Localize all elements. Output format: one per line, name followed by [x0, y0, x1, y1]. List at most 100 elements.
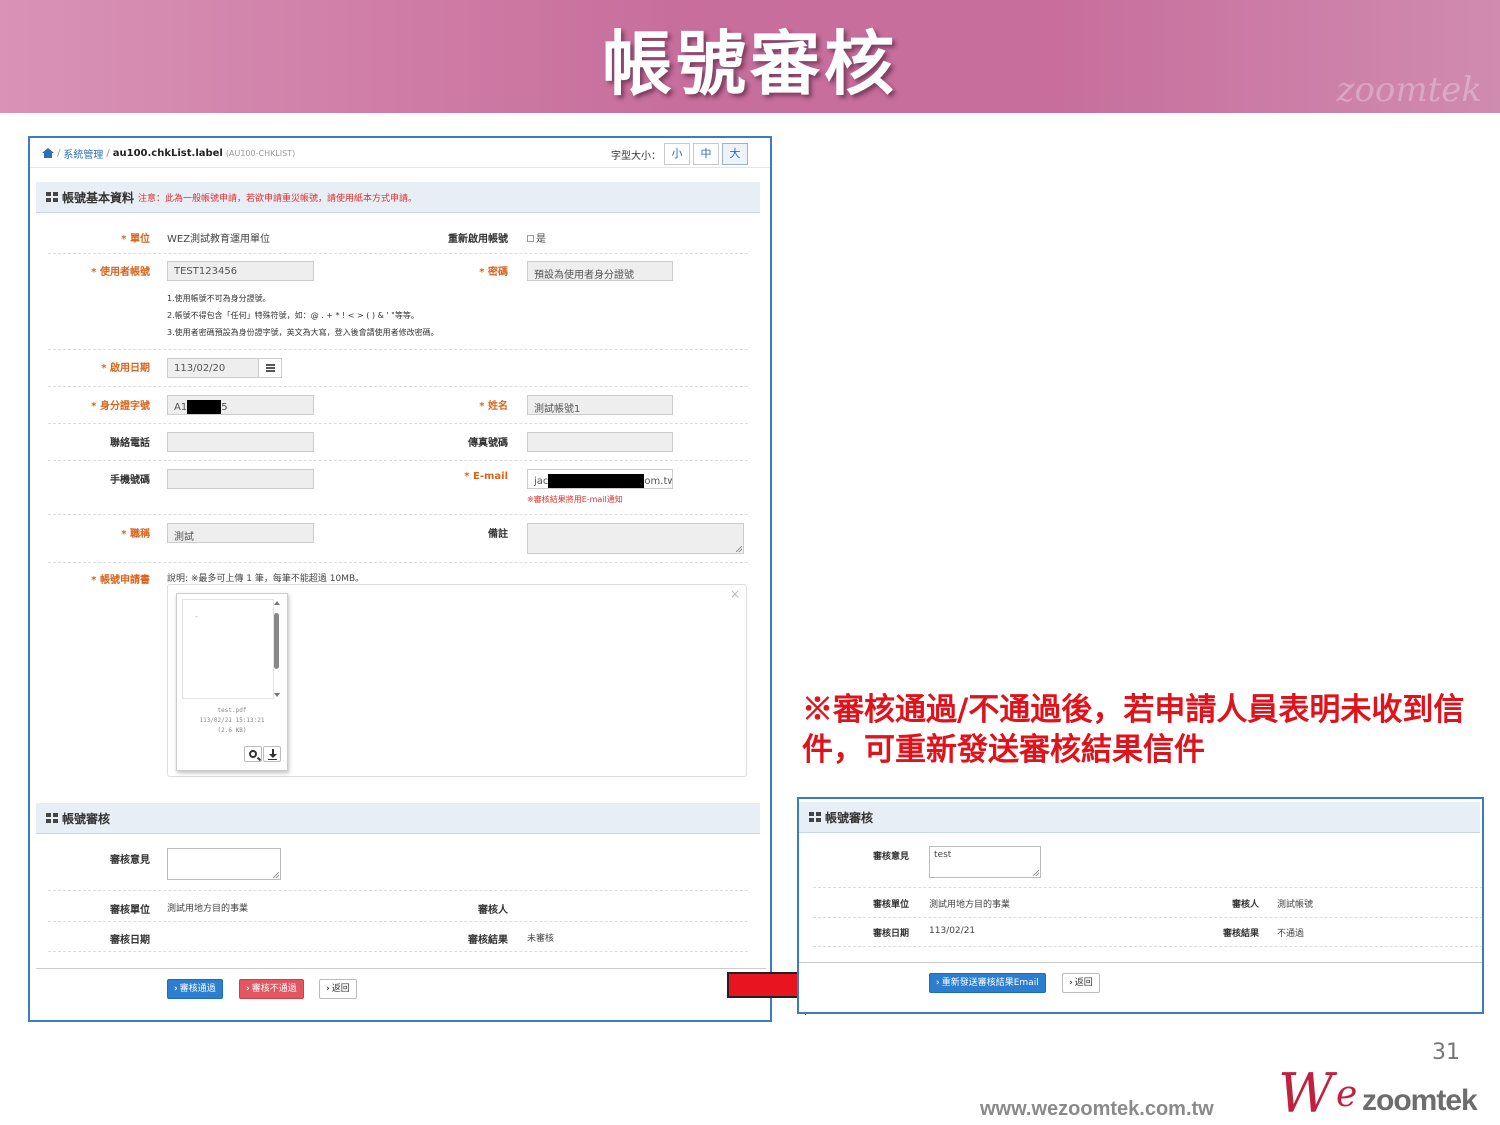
id-number-prefix: A1	[174, 402, 188, 413]
reactivate-option[interactable]: 是	[527, 230, 546, 245]
review-header: 帳號審核	[36, 803, 760, 834]
calendar-icon[interactable]	[258, 358, 282, 378]
scroll-down-icon[interactable]	[274, 693, 280, 697]
upload-area[interactable]: × - test.pdf 113/02/21 15:13:21 (2.6 KB)	[167, 584, 747, 777]
remark-label: 備註	[488, 529, 508, 540]
review2-reviewer-label: 審核人	[1231, 900, 1259, 910]
breadcrumb: / 系統管理 / au100.chkList.label (AU100-CHKL…	[42, 146, 295, 161]
banner-watermark: zoomtek	[1336, 70, 1482, 110]
job-title-input[interactable]: 測試	[167, 523, 314, 543]
home-icon[interactable]	[42, 148, 54, 159]
reviewer-label: 審核人	[478, 905, 508, 916]
logo-e: e	[1336, 1074, 1358, 1115]
font-size-large-button[interactable]: 大	[722, 143, 748, 165]
review-result-label: 審核結果	[468, 935, 508, 946]
row-divider	[813, 946, 1482, 947]
row-divider	[48, 253, 748, 254]
file-thumbnail[interactable]: - test.pdf 113/02/21 15:13:21 (2.6 KB)	[176, 593, 288, 771]
close-icon[interactable]: ×	[730, 587, 740, 601]
review2-opinion-value: test	[934, 850, 952, 860]
resend-email-button[interactable]: › 重新發送審核結果Email	[929, 973, 1046, 993]
name-input[interactable]: 測試帳號1	[527, 395, 673, 415]
zoom-button[interactable]	[244, 746, 262, 762]
application-form-label: * 帳號申請書	[91, 575, 150, 586]
review-opinion-textarea[interactable]	[167, 848, 281, 880]
fax-label: 傳真號碼	[468, 438, 508, 449]
review2-opinion-textarea[interactable]: test	[929, 846, 1041, 878]
file-size: (2.6 KB)	[217, 727, 247, 734]
resize-grip[interactable]	[1033, 870, 1039, 876]
breadcrumb-code: (AU100-CHKLIST)	[225, 149, 296, 158]
user-account-input[interactable]: TEST123456	[167, 261, 314, 281]
id-number-input[interactable]: A1 5	[167, 395, 314, 415]
file-time: 113/02/21 15:13:21	[199, 717, 265, 724]
font-size-small-button[interactable]: 小	[664, 143, 690, 165]
breadcrumb-system-management[interactable]: 系統管理	[63, 146, 103, 161]
slide-title: 帳號審核	[602, 23, 898, 105]
row-divider	[48, 514, 748, 515]
unit-label: * 單位	[121, 234, 150, 245]
mobile-input[interactable]	[167, 469, 314, 489]
basic-info-header: 帳號基本資料 注意：此為一般帳號申請，若欲申請重災帳號，請使用紙本方式申請。	[36, 182, 760, 213]
zoom-icon	[249, 750, 257, 758]
resize-grip[interactable]	[273, 872, 279, 878]
review-opinion-label: 審核意見	[110, 855, 150, 866]
password-input[interactable]: 預設為使用者身分證號	[527, 261, 673, 281]
review2-result-value: 不通過	[1277, 929, 1305, 939]
chevron-right-icon: ›	[326, 984, 330, 994]
reactivate-label: 重新啟用帳號	[448, 234, 508, 245]
basic-info-title: 帳號基本資料	[62, 190, 135, 205]
row-divider	[48, 562, 748, 563]
account-rules: 1.使用帳號不可為身分證號。 2.帳號不得包含「任何」特殊符號，如：@ . + …	[167, 290, 439, 341]
row-divider	[48, 951, 748, 952]
email-prefix: jac	[534, 476, 549, 487]
review-result-value: 未審核	[527, 934, 555, 944]
basic-info-notice: 注意：此為一般帳號申請，若欲申請重災帳號，請使用紙本方式申請。	[138, 193, 418, 204]
font-size-selector: 字型大小： 小 中 大	[611, 143, 748, 165]
chevron-right-icon: ›	[246, 984, 250, 994]
start-date-input[interactable]: 113/02/20	[167, 358, 259, 378]
font-size-medium-button[interactable]: 中	[693, 143, 719, 165]
email-input[interactable]: jac om.tw	[527, 469, 673, 489]
slide-banner: 帳號審核 zoomtek	[0, 0, 1500, 113]
wezoomtek-logo: W e zoomtek	[1278, 1062, 1496, 1125]
account-rule: 1.使用帳號不可為身分證號。	[167, 294, 271, 303]
reactivate-checkbox[interactable]	[527, 235, 534, 242]
resend-email-button-label: 重新發送審核結果Email	[941, 978, 1039, 988]
mobile-label: 手機號碼	[110, 475, 150, 486]
review2-date-value: 113/02/21	[929, 926, 976, 936]
review2-unit-label: 審核單位	[872, 900, 909, 910]
grid-icon	[809, 812, 821, 822]
back-button[interactable]: › 返回	[319, 979, 357, 999]
preview-scrollbar[interactable]	[273, 599, 281, 699]
scroll-up-icon[interactable]	[274, 601, 280, 605]
row-divider	[48, 349, 748, 350]
user-account-label: * 使用者帳號	[91, 267, 150, 278]
review-unit-value: 測試用地方目的事業	[167, 904, 249, 914]
back-button[interactable]: › 返回	[1062, 973, 1100, 993]
logo-w: W	[1278, 1062, 1334, 1125]
logo-zoomtek: zoomtek	[1362, 1084, 1478, 1117]
pdf-preview: -	[182, 599, 274, 699]
reject-button[interactable]: › 審核不通過	[239, 979, 304, 999]
download-button[interactable]	[263, 746, 281, 762]
phone-input[interactable]	[167, 432, 314, 452]
name-label: * 姓名	[479, 401, 508, 412]
email-suffix: om.tw	[644, 476, 673, 487]
password-label: * 密碼	[479, 267, 508, 278]
footer-divider	[36, 968, 766, 969]
review2-title: 帳號審核	[825, 810, 874, 825]
row-divider	[813, 917, 1482, 918]
resize-grip[interactable]	[736, 546, 742, 552]
unit-value: WEZ測試教育運用單位	[167, 234, 271, 245]
review2-result-label: 審核結果	[1222, 929, 1259, 939]
grid-icon	[46, 813, 58, 823]
email-label: * E-mail	[464, 471, 508, 482]
scroll-thumb[interactable]	[274, 613, 279, 669]
review2-date-label: 審核日期	[872, 929, 909, 939]
approve-button[interactable]: › 審核通過	[167, 979, 223, 999]
grid-icon	[46, 192, 58, 202]
row-divider	[48, 460, 748, 461]
fax-input[interactable]	[527, 432, 673, 452]
remark-textarea[interactable]	[527, 523, 744, 554]
